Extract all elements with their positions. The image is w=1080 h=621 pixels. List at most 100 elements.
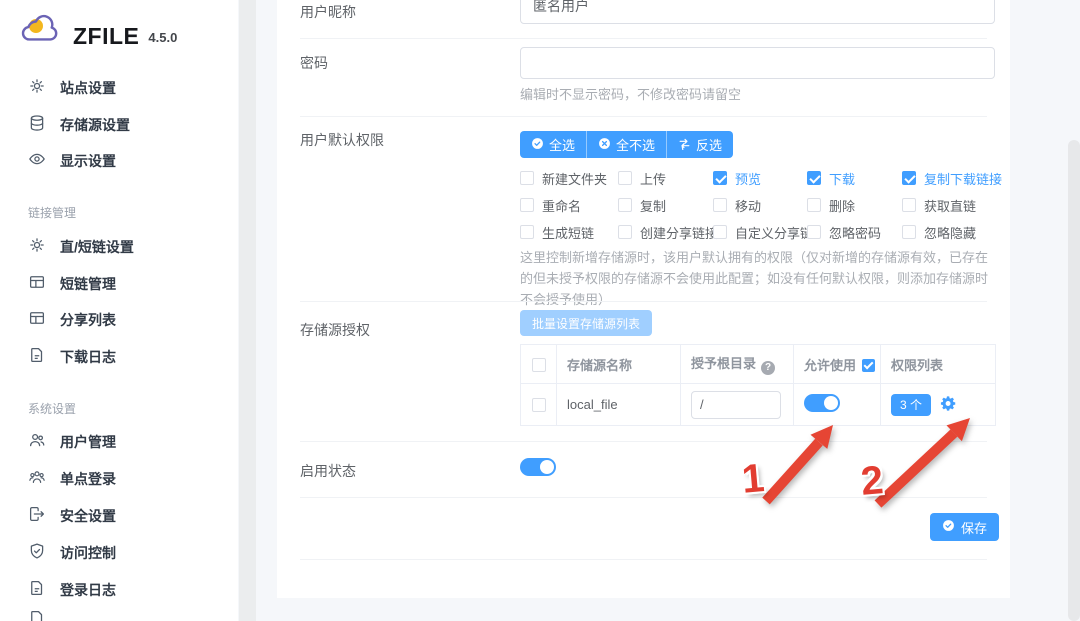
permission-bulk-actions: 全选 全不选 反选 (520, 131, 733, 158)
check-circle-icon (531, 137, 544, 153)
permissions-label: 用户默认权限 (300, 130, 384, 150)
save-button[interactable]: 保存 (930, 513, 999, 541)
checkbox[interactable] (713, 225, 727, 239)
checkbox[interactable] (520, 198, 534, 212)
root-dir-input[interactable] (691, 391, 781, 419)
sidebar-item-label: 用户管理 (60, 432, 116, 452)
permission-option[interactable]: 下载 (807, 169, 855, 187)
checkbox-checked[interactable] (902, 171, 916, 185)
document-icon (28, 579, 46, 602)
permission-option[interactable]: 复制下载链接 (902, 169, 1002, 187)
sidebar-item-display-settings[interactable]: 显示设置 (28, 151, 116, 171)
checkbox[interactable] (713, 198, 727, 212)
zfile-admin-page: ZFILE 4.5.0 站点设置 存储源设置 显示设置 链接管理 直/短链设置 … (0, 0, 1080, 621)
allow-use-toggle-on[interactable] (804, 394, 840, 412)
password-input[interactable] (520, 47, 995, 79)
checkbox[interactable] (807, 198, 821, 212)
nickname-label: 用户昵称 (300, 2, 356, 22)
select-none-button[interactable]: 全不选 (586, 131, 666, 158)
option-label: 获取直链 (924, 196, 976, 215)
nickname-input[interactable] (520, 0, 995, 24)
option-label: 新建文件夹 (542, 169, 607, 188)
divider (300, 116, 987, 117)
table-icon (28, 273, 46, 296)
sidebar-item-login-log[interactable]: 登录日志 (28, 580, 116, 600)
sidebar-item-label: 安全设置 (60, 506, 116, 526)
sidebar-item-label: 登录日志 (60, 580, 116, 600)
sidebar-scrollbar[interactable] (239, 0, 256, 621)
perm-count-badge[interactable]: 3 个 (891, 394, 931, 416)
permission-option[interactable]: 删除 (807, 196, 855, 214)
checkbox[interactable] (618, 171, 632, 185)
select-all-rows-checkbox[interactable] (532, 358, 546, 372)
question-circle-icon[interactable]: ? (761, 361, 775, 375)
user-edit-form-card: 用户昵称 密码 编辑时不显示密码，不修改密码请留空 用户默认权限 全选 全不选 … (277, 0, 1010, 598)
select-all-button[interactable]: 全选 (520, 131, 586, 158)
x-circle-icon (598, 137, 611, 153)
sidebar-item-download-log[interactable]: 下载日志 (28, 347, 116, 367)
checkbox[interactable] (520, 225, 534, 239)
app-logo: ZFILE 4.5.0 (20, 12, 177, 51)
invert-selection-button[interactable]: 反选 (666, 131, 733, 158)
app-version: 4.5.0 (148, 25, 177, 51)
checkbox[interactable] (902, 225, 916, 239)
sidebar-item-user-management[interactable]: 用户管理 (28, 432, 116, 452)
sidebar-item-sso[interactable]: 单点登录 (28, 469, 116, 489)
option-label: 上传 (640, 169, 666, 188)
permission-option[interactable]: 获取直链 (902, 196, 976, 214)
eye-icon (28, 150, 46, 173)
checkbox[interactable] (520, 171, 534, 185)
col-header-storage-name: 存储源名称 (557, 345, 681, 384)
permission-option[interactable]: 自定义分享链接 (713, 223, 807, 241)
checkbox[interactable] (902, 198, 916, 212)
gear-icon[interactable] (940, 395, 957, 415)
batch-set-storage-button[interactable]: 批量设置存储源列表 (520, 310, 652, 336)
permission-option[interactable]: 上传 (618, 169, 666, 187)
select-none-label: 全不选 (616, 135, 655, 154)
checkbox[interactable] (618, 225, 632, 239)
document-icon (28, 609, 46, 621)
permission-option[interactable]: 移动 (713, 196, 761, 214)
annotation-number-2: 2 (859, 460, 885, 502)
col-header-perm-list: 权限列表 (881, 345, 996, 384)
sidebar-item-label: 短链管理 (60, 274, 116, 294)
permission-option[interactable]: 预览 (713, 169, 761, 187)
option-label: 生成短链 (542, 223, 594, 242)
divider (300, 38, 987, 39)
table-row: local_file 3 个 (521, 384, 996, 426)
checkbox[interactable] (618, 198, 632, 212)
storage-auth-label: 存储源授权 (300, 320, 370, 340)
sidebar-item-storage-settings[interactable]: 存储源设置 (28, 115, 130, 135)
sidebar-item-partial[interactable] (28, 610, 46, 621)
checkbox-checked[interactable] (807, 171, 821, 185)
permission-option[interactable]: 新建文件夹 (520, 169, 607, 187)
permission-option[interactable]: 复制 (618, 196, 666, 214)
enabled-status-label: 启用状态 (300, 461, 356, 481)
enabled-status-toggle-on[interactable] (520, 458, 556, 476)
table-icon (28, 309, 46, 332)
permission-option[interactable]: 忽略密码 (807, 223, 881, 241)
sidebar-item-site-settings[interactable]: 站点设置 (28, 78, 116, 98)
storage-auth-table: 存储源名称 授予根目录? 允许使用 权限列表 local_file 3 个 (520, 344, 996, 426)
permission-option[interactable]: 忽略隐藏 (902, 223, 976, 241)
permission-option[interactable]: 生成短链 (520, 223, 594, 241)
sidebar-item-security-settings[interactable]: 安全设置 (28, 506, 116, 526)
checkbox[interactable] (807, 225, 821, 239)
sidebar-item-share-list[interactable]: 分享列表 (28, 310, 116, 330)
divider (300, 559, 987, 560)
permission-option[interactable]: 重命名 (520, 196, 581, 214)
sidebar-item-label: 显示设置 (60, 151, 116, 171)
sidebar-item-label: 直/短链设置 (60, 237, 134, 257)
app-name: ZFILE (73, 21, 139, 51)
gear-icon (28, 77, 46, 100)
permission-option[interactable]: 创建分享链接 (618, 223, 718, 241)
allow-all-checkbox-checked[interactable] (862, 359, 875, 372)
sidebar-item-link-settings[interactable]: 直/短链设置 (28, 237, 134, 257)
sidebar-item-shortlink-management[interactable]: 短链管理 (28, 274, 116, 294)
logout-icon (28, 505, 46, 528)
page-scrollbar[interactable] (1068, 140, 1080, 621)
option-label: 移动 (735, 196, 761, 215)
sidebar-item-access-control[interactable]: 访问控制 (28, 543, 116, 563)
checkbox-checked[interactable] (713, 171, 727, 185)
row-checkbox[interactable] (532, 398, 546, 412)
